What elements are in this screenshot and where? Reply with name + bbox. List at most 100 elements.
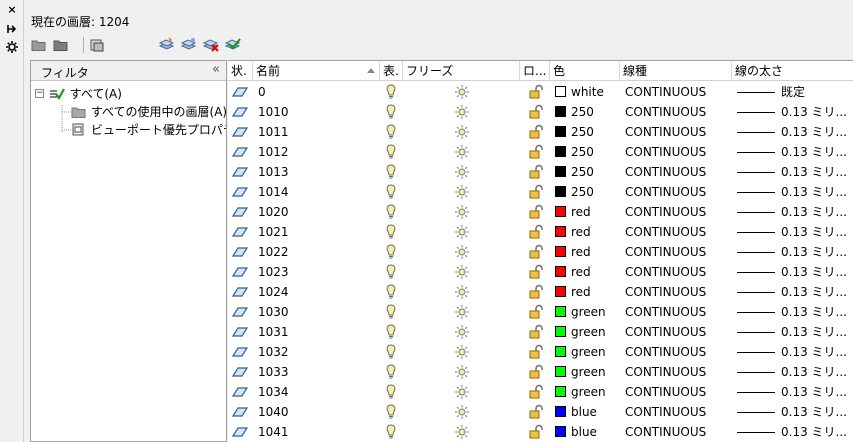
layer-linetype[interactable]: CONTINUOUS: [625, 82, 706, 102]
column-header-lock[interactable]: ロ...: [520, 61, 550, 81]
sun-icon[interactable]: [454, 164, 470, 180]
lightbulb-icon[interactable]: [385, 344, 397, 360]
layer-name[interactable]: 1013: [258, 162, 289, 182]
layer-lineweight[interactable]: 0.13 ミリ...: [737, 202, 847, 222]
layer-color[interactable]: red: [555, 242, 591, 262]
lock-icon[interactable]: [528, 364, 544, 380]
layer-linetype[interactable]: CONTINUOUS: [625, 102, 706, 122]
layer-lineweight[interactable]: 0.13 ミリ...: [737, 342, 847, 362]
lightbulb-icon[interactable]: [385, 104, 397, 120]
sun-icon[interactable]: [454, 124, 470, 140]
layer-status-icon[interactable]: [232, 206, 248, 218]
layer-status-icon[interactable]: [232, 286, 248, 298]
layer-color[interactable]: 250: [555, 182, 594, 202]
layer-name[interactable]: 1011: [258, 122, 289, 142]
lightbulb-icon[interactable]: [385, 284, 397, 300]
sun-icon[interactable]: [454, 84, 470, 100]
lock-icon[interactable]: [528, 84, 544, 100]
lock-icon[interactable]: [528, 344, 544, 360]
layer-lineweight[interactable]: 0.13 ミリ...: [737, 362, 847, 382]
layer-status-icon[interactable]: [232, 166, 248, 178]
layer-color[interactable]: red: [555, 222, 591, 242]
sun-icon[interactable]: [454, 364, 470, 380]
sun-icon[interactable]: [454, 344, 470, 360]
gear-icon[interactable]: [6, 41, 18, 53]
column-header-freeze[interactable]: フリーズ: [403, 61, 520, 81]
layer-name[interactable]: 1012: [258, 142, 289, 162]
table-row[interactable]: 1012 250 CONTINUOUS 0.13 ミリ...: [228, 142, 853, 162]
table-row[interactable]: 1014 250 CONTINUOUS 0.13 ミリ...: [228, 182, 853, 202]
layer-linetype[interactable]: CONTINUOUS: [625, 262, 706, 282]
layer-linetype[interactable]: CONTINUOUS: [625, 162, 706, 182]
layer-status-icon[interactable]: [232, 226, 248, 238]
new-property-filter-icon[interactable]: [30, 36, 48, 54]
layer-name[interactable]: 1020: [258, 202, 289, 222]
table-row[interactable]: 1032 green CONTINUOUS 0.13 ミリ...: [228, 342, 853, 362]
lock-icon[interactable]: [528, 144, 544, 160]
lightbulb-icon[interactable]: [385, 384, 397, 400]
layer-lineweight[interactable]: 0.13 ミリ...: [737, 122, 847, 142]
layer-status-icon[interactable]: [232, 426, 248, 438]
lightbulb-icon[interactable]: [385, 224, 397, 240]
layer-linetype[interactable]: CONTINUOUS: [625, 282, 706, 302]
set-current-icon[interactable]: [224, 36, 242, 54]
layer-linetype[interactable]: CONTINUOUS: [625, 362, 706, 382]
tree-node-viewport-overrides[interactable]: ビューポート優先プロパティ: [71, 121, 226, 139]
new-group-filter-icon[interactable]: [52, 36, 70, 54]
layer-lineweight[interactable]: 0.13 ミリ...: [737, 422, 847, 442]
column-header-color[interactable]: 色: [550, 61, 620, 81]
layer-color[interactable]: red: [555, 202, 591, 222]
layer-name[interactable]: 1023: [258, 262, 289, 282]
table-row[interactable]: 1024 red CONTINUOUS 0.13 ミリ...: [228, 282, 853, 302]
lock-icon[interactable]: [528, 124, 544, 140]
lightbulb-icon[interactable]: [385, 144, 397, 160]
table-row[interactable]: 1023 red CONTINUOUS 0.13 ミリ...: [228, 262, 853, 282]
pin-icon[interactable]: [6, 23, 18, 35]
lock-icon[interactable]: [528, 304, 544, 320]
layer-color[interactable]: green: [555, 382, 606, 402]
layer-lineweight[interactable]: 0.13 ミリ...: [737, 182, 847, 202]
column-header-status[interactable]: 状.: [228, 61, 253, 81]
table-row[interactable]: 1034 green CONTINUOUS 0.13 ミリ...: [228, 382, 853, 402]
layer-lineweight[interactable]: 0.13 ミリ...: [737, 322, 847, 342]
sun-icon[interactable]: [454, 324, 470, 340]
layer-color[interactable]: green: [555, 302, 606, 322]
layer-color[interactable]: 250: [555, 122, 594, 142]
layer-lineweight[interactable]: 0.13 ミリ...: [737, 302, 847, 322]
layer-linetype[interactable]: CONTINUOUS: [625, 322, 706, 342]
table-row[interactable]: 1030 green CONTINUOUS 0.13 ミリ...: [228, 302, 853, 322]
table-row[interactable]: 1033 green CONTINUOUS 0.13 ミリ...: [228, 362, 853, 382]
lock-icon[interactable]: [528, 244, 544, 260]
layer-linetype[interactable]: CONTINUOUS: [625, 342, 706, 362]
table-row[interactable]: 0 white CONTINUOUS 既定: [228, 82, 853, 102]
lightbulb-icon[interactable]: [385, 264, 397, 280]
layer-lineweight[interactable]: 0.13 ミリ...: [737, 282, 847, 302]
lightbulb-icon[interactable]: [385, 184, 397, 200]
layer-status-icon[interactable]: [232, 366, 248, 378]
layer-name[interactable]: 0: [258, 82, 266, 102]
collapse-filter-icon[interactable]: «: [212, 62, 220, 77]
layer-status-icon[interactable]: [232, 246, 248, 258]
sun-icon[interactable]: [454, 224, 470, 240]
lightbulb-icon[interactable]: [385, 124, 397, 140]
layer-color[interactable]: red: [555, 282, 591, 302]
layer-name[interactable]: 1040: [258, 402, 289, 422]
table-row[interactable]: 1041 blue CONTINUOUS 0.13 ミリ...: [228, 422, 853, 442]
new-layer-vp-frozen-icon[interactable]: [180, 36, 198, 54]
sun-icon[interactable]: [454, 144, 470, 160]
layer-name[interactable]: 1021: [258, 222, 289, 242]
layer-linetype[interactable]: CONTINUOUS: [625, 202, 706, 222]
sun-icon[interactable]: [454, 304, 470, 320]
layer-lineweight[interactable]: 0.13 ミリ...: [737, 262, 847, 282]
table-row[interactable]: 1020 red CONTINUOUS 0.13 ミリ...: [228, 202, 853, 222]
lock-icon[interactable]: [528, 184, 544, 200]
delete-layer-icon[interactable]: [202, 36, 220, 54]
layer-linetype[interactable]: CONTINUOUS: [625, 122, 706, 142]
layer-name[interactable]: 1031: [258, 322, 289, 342]
layer-linetype[interactable]: CONTINUOUS: [625, 382, 706, 402]
sun-icon[interactable]: [454, 284, 470, 300]
lock-icon[interactable]: [528, 104, 544, 120]
layer-name[interactable]: 1041: [258, 422, 289, 442]
lock-icon[interactable]: [528, 224, 544, 240]
lock-icon[interactable]: [528, 264, 544, 280]
